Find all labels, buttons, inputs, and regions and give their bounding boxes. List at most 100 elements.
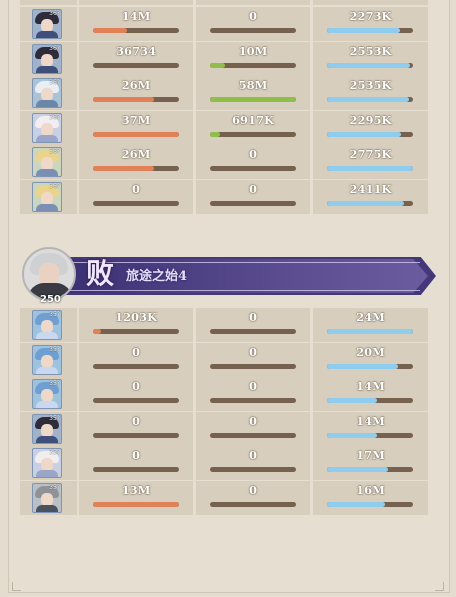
- damage-value: 0: [131, 448, 140, 462]
- taken-bar-fill: [327, 97, 409, 102]
- taken-bar: [327, 363, 413, 369]
- hero-stats-row: 36? 14M 0 2273K: [20, 7, 428, 41]
- hero-stats-row: 36? 36734 10M 2553K: [20, 41, 428, 76]
- damage-bar-fill: [93, 28, 128, 33]
- hero-portrait[interactable]: 36?: [32, 43, 62, 74]
- hero-level: 35?: [49, 311, 60, 318]
- heal-value: 0: [248, 181, 257, 196]
- damage-bar: [93, 329, 179, 334]
- heal-cell: 0: [196, 308, 310, 342]
- damage-bar-fill: [93, 97, 155, 102]
- taken-bar: [327, 398, 413, 403]
- heal-cell: 0: [196, 446, 310, 480]
- heal-bar: [210, 467, 296, 472]
- damage-cell: 26M: [79, 76, 193, 110]
- hero-avatar-cell: 35?: [20, 342, 77, 377]
- hero-portrait[interactable]: 36?: [32, 112, 62, 143]
- heal-value: 10M: [238, 43, 268, 58]
- stage-name: 旅途之始4: [126, 269, 188, 284]
- damage-bar: [93, 398, 179, 403]
- hero-portrait[interactable]: 35?: [32, 448, 62, 478]
- hero-portrait[interactable]: 35?: [32, 482, 62, 513]
- hero-level: 36?: [49, 79, 60, 86]
- taken-value: 17M: [356, 448, 385, 462]
- hero-stats-row: 35? 0 0 20M: [20, 342, 428, 377]
- damage-taken-cell: 24M: [313, 308, 428, 342]
- damage-bar: [93, 97, 179, 102]
- heal-bar: [210, 329, 296, 334]
- heal-value: 0: [248, 310, 257, 324]
- damage-taken-cell: 14M: [313, 377, 428, 411]
- damage-bar: [93, 28, 179, 33]
- damage-taken-cell: 16M: [313, 480, 428, 515]
- hero-portrait[interactable]: 36?: [32, 147, 62, 177]
- taken-value: 14M: [356, 413, 385, 428]
- heal-cell: 0: [196, 7, 310, 41]
- taken-value: 2535K: [349, 78, 392, 92]
- hero-portrait[interactable]: 36?: [32, 78, 62, 108]
- damage-cell: 0: [79, 446, 193, 480]
- damage-cell: 13M: [79, 480, 193, 515]
- damage-taken-cell: 20M: [313, 342, 428, 377]
- heal-value: 0: [248, 448, 257, 462]
- heal-value: 0: [248, 9, 257, 23]
- damage-cell: 1203K: [79, 308, 193, 342]
- damage-cell: 26M: [79, 145, 193, 179]
- hero-portrait[interactable]: 35?: [32, 379, 62, 409]
- damage-value: 26M: [121, 78, 151, 92]
- heal-value: 0: [248, 413, 257, 428]
- damage-cell: 0: [79, 179, 193, 214]
- heal-value: 0: [248, 147, 257, 161]
- hero-portrait[interactable]: 35?: [32, 344, 62, 375]
- damage-cell: 37M: [79, 110, 193, 145]
- hero-portrait[interactable]: 35?: [32, 413, 62, 444]
- damage-cell: 36734: [79, 41, 193, 76]
- damage-value: 14M: [121, 9, 151, 23]
- taken-bar-fill: [327, 467, 389, 472]
- taken-bar-fill: [327, 363, 399, 369]
- heal-value: 6917K: [231, 112, 274, 127]
- taken-value: 2295K: [349, 112, 392, 127]
- heal-cell: 0: [196, 480, 310, 515]
- hero-stats-row: 36? 0 0 2411K: [20, 179, 428, 214]
- enemy-team-banner: 250 败 旅途之始4: [20, 247, 436, 307]
- heal-cell: 0: [196, 179, 310, 214]
- damage-bar: [93, 200, 179, 206]
- boss-avatar[interactable]: [22, 247, 76, 301]
- damage-value: 0: [131, 413, 140, 428]
- damage-cell: 14M: [79, 7, 193, 41]
- hero-avatar-cell: 36?: [20, 41, 77, 76]
- damage-value: 0: [131, 379, 140, 393]
- hero-portrait[interactable]: 36?: [32, 9, 62, 39]
- damage-bar-fill: [93, 131, 179, 137]
- heal-bar: [210, 166, 296, 171]
- taken-bar-fill: [327, 62, 410, 68]
- hero-level: 36?: [49, 113, 60, 121]
- defeat-result: 败: [86, 257, 115, 290]
- taken-bar: [327, 329, 413, 334]
- taken-bar: [327, 166, 413, 171]
- taken-bar-fill: [327, 200, 405, 206]
- damage-taken-cell: 2295K: [313, 110, 428, 145]
- damage-cell: 0: [79, 411, 193, 446]
- heal-bar-fill: [210, 131, 221, 137]
- damage-bar: [93, 467, 179, 472]
- header-stub: [196, 0, 310, 5]
- damage-cell: 0: [79, 377, 193, 411]
- hero-avatar-cell: 36?: [20, 7, 77, 41]
- header-stub: [20, 0, 77, 5]
- heal-value: 0: [248, 482, 257, 497]
- heal-bar: [210, 200, 296, 206]
- damage-value: 13M: [121, 482, 151, 497]
- boss-level: 250: [40, 294, 61, 305]
- damage-bar: [93, 131, 179, 137]
- hero-avatar-cell: 35?: [20, 446, 77, 480]
- hero-portrait[interactable]: 35?: [32, 310, 62, 340]
- taken-value: 24M: [356, 310, 385, 324]
- taken-bar: [327, 62, 413, 68]
- hero-portrait[interactable]: 36?: [32, 181, 62, 212]
- taken-value: 14M: [356, 379, 385, 393]
- heal-bar: [210, 28, 296, 33]
- taken-value: 2775K: [349, 147, 392, 161]
- damage-taken-cell: 14M: [313, 411, 428, 446]
